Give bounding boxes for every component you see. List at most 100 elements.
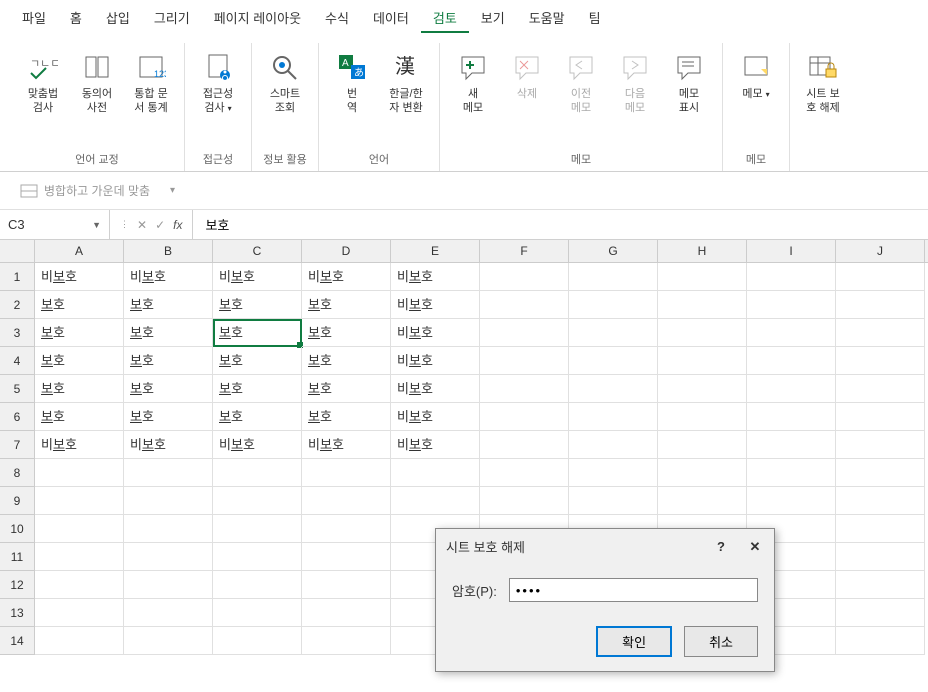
cell-I4[interactable] bbox=[747, 347, 836, 375]
col-header-H[interactable]: H bbox=[658, 240, 747, 262]
cell-F1[interactable] bbox=[480, 263, 569, 291]
col-header-G[interactable]: G bbox=[569, 240, 658, 262]
cell-E8[interactable] bbox=[391, 459, 480, 487]
cell-J13[interactable] bbox=[836, 599, 925, 627]
cell-H7[interactable] bbox=[658, 431, 747, 459]
cell-A10[interactable] bbox=[35, 515, 124, 543]
cancel-icon[interactable]: ✕ bbox=[137, 218, 147, 232]
cell-C8[interactable] bbox=[213, 459, 302, 487]
cell-A2[interactable]: 보호 bbox=[35, 291, 124, 319]
cell-C5[interactable]: 보호 bbox=[213, 375, 302, 403]
cell-J4[interactable] bbox=[836, 347, 925, 375]
cell-B13[interactable] bbox=[124, 599, 213, 627]
cell-C14[interactable] bbox=[213, 627, 302, 655]
cell-G8[interactable] bbox=[569, 459, 658, 487]
cell-G2[interactable] bbox=[569, 291, 658, 319]
ribbon-btn-thesaurus[interactable]: 동의어사전 bbox=[72, 47, 122, 120]
cell-D13[interactable] bbox=[302, 599, 391, 627]
cell-F5[interactable] bbox=[480, 375, 569, 403]
ribbon-btn-spellcheck[interactable]: ㄱㄴㄷ맞춤법검사 bbox=[18, 47, 68, 120]
cell-A7[interactable]: 비보호 bbox=[35, 431, 124, 459]
cell-F9[interactable] bbox=[480, 487, 569, 515]
cell-J3[interactable] bbox=[836, 319, 925, 347]
ok-button[interactable]: 확인 bbox=[596, 626, 672, 657]
accept-icon[interactable]: ✓ bbox=[155, 218, 165, 232]
col-header-C[interactable]: C bbox=[213, 240, 302, 262]
menu-item-4[interactable]: 페이지 레이아웃 bbox=[202, 4, 313, 33]
close-button[interactable]: ✕ bbox=[746, 538, 764, 556]
cell-B6[interactable]: 보호 bbox=[124, 403, 213, 431]
col-header-E[interactable]: E bbox=[391, 240, 480, 262]
cell-F4[interactable] bbox=[480, 347, 569, 375]
cell-C13[interactable] bbox=[213, 599, 302, 627]
cell-D1[interactable]: 비보호 bbox=[302, 263, 391, 291]
cell-A13[interactable] bbox=[35, 599, 124, 627]
cell-G9[interactable] bbox=[569, 487, 658, 515]
cell-D11[interactable] bbox=[302, 543, 391, 571]
menu-item-6[interactable]: 데이터 bbox=[361, 4, 421, 33]
cell-C10[interactable] bbox=[213, 515, 302, 543]
formula-input[interactable] bbox=[193, 213, 928, 236]
col-header-D[interactable]: D bbox=[302, 240, 391, 262]
ribbon-btn-smart-lookup[interactable]: 스마트조회 bbox=[260, 47, 310, 120]
cell-C6[interactable]: 보호 bbox=[213, 403, 302, 431]
merge-center-button[interactable]: 병합하고 가운데 맞춤 bbox=[12, 178, 158, 203]
cell-D3[interactable]: 보호 bbox=[302, 319, 391, 347]
cell-A1[interactable]: 비보호 bbox=[35, 263, 124, 291]
cell-B12[interactable] bbox=[124, 571, 213, 599]
ribbon-btn-stats[interactable]: 123통합 문서 통계 bbox=[126, 47, 176, 120]
cell-H1[interactable] bbox=[658, 263, 747, 291]
cell-A9[interactable] bbox=[35, 487, 124, 515]
cell-G6[interactable] bbox=[569, 403, 658, 431]
cell-G4[interactable] bbox=[569, 347, 658, 375]
menu-item-10[interactable]: 팀 bbox=[577, 4, 613, 33]
cell-I8[interactable] bbox=[747, 459, 836, 487]
dropdown-icon[interactable]: ▾ bbox=[170, 185, 175, 196]
cell-E5[interactable]: 비보호 bbox=[391, 375, 480, 403]
cell-C12[interactable] bbox=[213, 571, 302, 599]
row-header-13[interactable]: 13 bbox=[0, 599, 35, 627]
cell-B14[interactable] bbox=[124, 627, 213, 655]
cell-I7[interactable] bbox=[747, 431, 836, 459]
cell-C1[interactable]: 비보호 bbox=[213, 263, 302, 291]
menu-item-1[interactable]: 홈 bbox=[58, 4, 94, 33]
cell-F2[interactable] bbox=[480, 291, 569, 319]
cell-J7[interactable] bbox=[836, 431, 925, 459]
cell-B1[interactable]: 비보호 bbox=[124, 263, 213, 291]
ribbon-btn-protect-sheet[interactable]: 시트 보호 해제 bbox=[798, 47, 848, 120]
cell-G7[interactable] bbox=[569, 431, 658, 459]
ribbon-btn-accessibility[interactable]: 접근성검사 ▾ bbox=[193, 47, 243, 120]
cell-J11[interactable] bbox=[836, 543, 925, 571]
cell-A11[interactable] bbox=[35, 543, 124, 571]
cell-J5[interactable] bbox=[836, 375, 925, 403]
ribbon-btn-new-comment[interactable]: 새메모 bbox=[448, 47, 498, 120]
menu-item-9[interactable]: 도움말 bbox=[517, 4, 577, 33]
row-header-7[interactable]: 7 bbox=[0, 431, 35, 459]
cell-E6[interactable]: 비보호 bbox=[391, 403, 480, 431]
cell-F7[interactable] bbox=[480, 431, 569, 459]
row-header-3[interactable]: 3 bbox=[0, 319, 35, 347]
menu-item-0[interactable]: 파일 bbox=[10, 4, 58, 33]
cell-F8[interactable] bbox=[480, 459, 569, 487]
cell-I2[interactable] bbox=[747, 291, 836, 319]
cell-D12[interactable] bbox=[302, 571, 391, 599]
cell-J8[interactable] bbox=[836, 459, 925, 487]
cell-I3[interactable] bbox=[747, 319, 836, 347]
cell-A4[interactable]: 보호 bbox=[35, 347, 124, 375]
fx-icon[interactable]: fx bbox=[173, 218, 182, 232]
cell-C11[interactable] bbox=[213, 543, 302, 571]
ribbon-btn-hanja[interactable]: 漢한글/한자 변환 bbox=[381, 47, 431, 120]
col-header-J[interactable]: J bbox=[836, 240, 925, 262]
cell-A6[interactable]: 보호 bbox=[35, 403, 124, 431]
help-button[interactable]: ? bbox=[712, 538, 730, 556]
cell-J1[interactable] bbox=[836, 263, 925, 291]
row-header-1[interactable]: 1 bbox=[0, 263, 35, 291]
cell-I6[interactable] bbox=[747, 403, 836, 431]
ribbon-btn-translate[interactable]: Aあ번역 bbox=[327, 47, 377, 120]
name-box[interactable]: C3 ▼ bbox=[0, 210, 110, 239]
cell-J14[interactable] bbox=[836, 627, 925, 655]
col-header-I[interactable]: I bbox=[747, 240, 836, 262]
cell-D14[interactable] bbox=[302, 627, 391, 655]
cell-H9[interactable] bbox=[658, 487, 747, 515]
row-header-14[interactable]: 14 bbox=[0, 627, 35, 655]
